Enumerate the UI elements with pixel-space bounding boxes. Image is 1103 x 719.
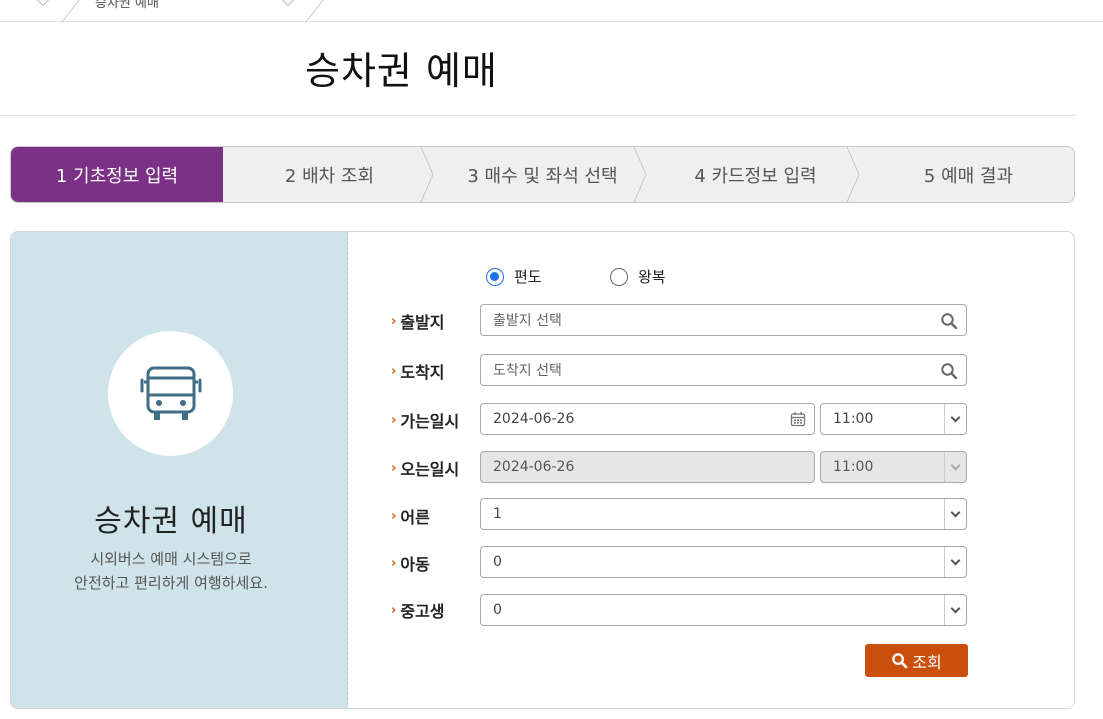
step-1: 1 기초정보 입력	[11, 147, 223, 202]
departure-label: › 출발지	[391, 313, 445, 332]
arrow-icon: ›	[391, 412, 397, 428]
chevron-down-icon[interactable]	[944, 404, 966, 434]
search-icon[interactable]	[940, 312, 958, 330]
side-title: 승차권 예매	[94, 504, 248, 539]
return-date-value: 2024-06-26	[493, 459, 575, 475]
search-button[interactable]: 조회	[865, 644, 968, 677]
step-label: 4 카드정보 입력	[694, 165, 817, 187]
return-time-value: 11:00	[833, 459, 874, 475]
arrow-icon: ›	[391, 313, 397, 329]
side-description-line1: 시외버스 예매 시스템으로	[90, 550, 252, 568]
departure-input[interactable]: 출발지 선택	[480, 304, 967, 336]
breadcrumb: 승차권 예매	[0, 0, 1103, 24]
breadcrumb-divider	[304, 0, 325, 24]
adult-count-select[interactable]: 1	[480, 498, 967, 530]
chevron-down-icon[interactable]	[944, 499, 966, 529]
go-time-value: 11:00	[833, 411, 874, 427]
booking-card: 승차권 예매 시외버스 예매 시스템으로 안전하고 편리하게 여행하세요. 편도…	[10, 231, 1075, 709]
go-time-select[interactable]: 11:00	[820, 403, 967, 435]
departure-placeholder: 출발지 선택	[493, 313, 562, 329]
step-3: 3 매수 및 좌석 선택	[436, 147, 649, 202]
student-count-value: 0	[493, 602, 502, 618]
step-5: 5 예매 결과	[862, 147, 1074, 202]
student-label: › 중고생	[391, 602, 445, 621]
child-count-select[interactable]: 0	[480, 546, 967, 578]
breadcrumb-current[interactable]: 승차권 예매	[95, 0, 159, 11]
arrow-icon: ›	[391, 363, 397, 379]
step-arrow	[633, 147, 647, 202]
go-date-value: 2024-06-26	[493, 411, 575, 427]
booking-form: 편도 왕복 › 출발지 출발지 선택 › 도착지 도착지 선택 › 가는일시 2…	[348, 232, 1074, 708]
bus-icon	[140, 366, 201, 420]
divider	[0, 115, 1076, 116]
go-datetime-label: › 가는일시	[391, 412, 460, 431]
step-2: 2 배차 조회	[223, 147, 436, 202]
chevron-down-icon[interactable]	[944, 595, 966, 625]
child-label: › 아동	[391, 555, 430, 574]
arrow-icon: ›	[391, 460, 397, 476]
search-icon[interactable]	[940, 362, 958, 380]
arrow-icon: ›	[391, 555, 397, 571]
calendar-icon[interactable]	[790, 411, 806, 427]
step-label: 1 기초정보 입력	[55, 165, 179, 187]
side-description-line2: 안전하고 편리하게 여행하세요.	[74, 574, 268, 592]
return-time-select: 11:00	[820, 451, 967, 483]
step-progress-bar: 1 기초정보 입력 2 배차 조회 3 매수 및 좌석 선택 4 카드정보 입력…	[10, 146, 1075, 203]
arrow-icon: ›	[391, 602, 397, 618]
radio-label: 왕복	[638, 268, 666, 286]
radio-roundtrip[interactable]: 왕복	[610, 266, 666, 287]
arrival-input[interactable]: 도착지 선택	[480, 354, 967, 386]
bus-icon-badge	[108, 331, 233, 456]
radio-button[interactable]	[610, 267, 628, 286]
search-icon	[892, 653, 908, 669]
breadcrumb-divider	[60, 0, 81, 24]
step-label: 2 배차 조회	[284, 165, 375, 187]
go-date-input[interactable]: 2024-06-26	[480, 403, 815, 435]
info-panel: 승차권 예매 시외버스 예매 시스템으로 안전하고 편리하게 여행하세요.	[11, 232, 348, 708]
step-label: 3 매수 및 좌석 선택	[467, 165, 618, 187]
radio-oneway[interactable]: 편도	[486, 266, 542, 287]
step-label: 5 예매 결과	[923, 165, 1014, 187]
step-4: 4 카드정보 입력	[649, 147, 862, 202]
child-count-value: 0	[493, 554, 502, 570]
step-arrow-active	[207, 147, 223, 202]
chevron-down-icon[interactable]	[944, 547, 966, 577]
radio-label: 편도	[514, 268, 542, 286]
arrival-label: › 도착지	[391, 363, 445, 382]
arrow-icon: ›	[391, 508, 397, 524]
adult-label: › 어른	[391, 508, 430, 527]
search-button-label: 조회	[912, 652, 942, 672]
adult-count-value: 1	[493, 506, 502, 522]
return-datetime-label: › 오는일시	[391, 460, 460, 479]
page-title: 승차권 예매	[305, 49, 498, 93]
return-date-input: 2024-06-26	[480, 451, 815, 483]
step-arrow	[420, 147, 434, 202]
radio-button-checked[interactable]	[486, 267, 504, 286]
chevron-down-icon[interactable]	[280, 0, 296, 7]
chevron-down-icon[interactable]	[35, 0, 51, 7]
arrival-placeholder: 도착지 선택	[493, 363, 562, 379]
step-arrow	[846, 147, 860, 202]
chevron-down-icon	[944, 452, 966, 482]
student-count-select[interactable]: 0	[480, 594, 967, 626]
